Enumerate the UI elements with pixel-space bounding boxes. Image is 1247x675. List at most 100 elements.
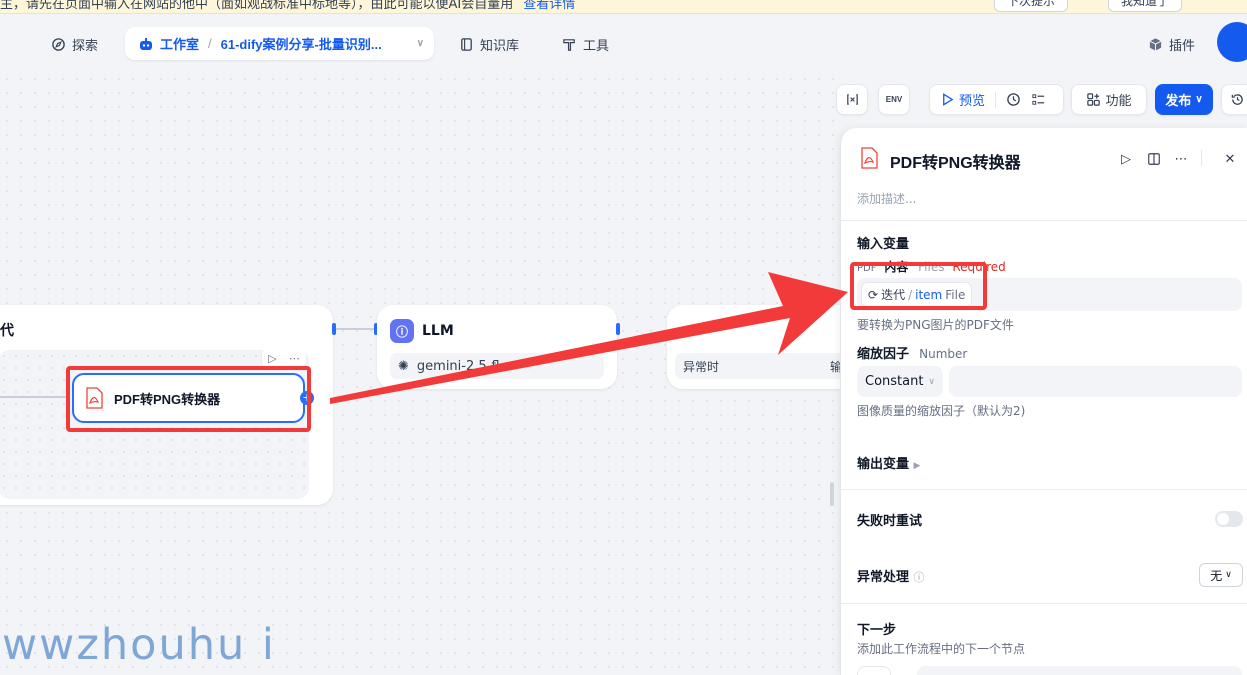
- pdf-icon: [857, 146, 881, 170]
- output-vars-label: 输出变量: [857, 457, 910, 472]
- annotation-highlight-node: [66, 366, 311, 432]
- banner-link[interactable]: 查看详情: [523, 0, 575, 12]
- scale-mode-select[interactable]: Constant ∨: [857, 366, 943, 397]
- grid-plus-icon: [1087, 93, 1101, 106]
- divider: [841, 489, 1247, 490]
- scale-var-label: 缩放因子 Number: [857, 343, 967, 362]
- nav-tools[interactable]: 工具: [562, 29, 609, 59]
- next-step-hint: 添加此工作流程中的下一个节点: [857, 642, 1026, 656]
- error-handling-value: 无: [1210, 568, 1223, 583]
- nav-plugins-label: 插件: [1169, 37, 1196, 53]
- breadcrumb-separator: /: [208, 36, 212, 51]
- nav-knowledge-label: 知识库: [480, 37, 520, 53]
- llm-title: LLM: [422, 323, 454, 339]
- banner-later-button[interactable]: 下次提示: [994, 0, 1069, 12]
- chevron-down-icon: ∨: [1195, 94, 1203, 105]
- help-circle-icon[interactable]: ⓘ: [914, 571, 925, 584]
- studio-label: 工作室: [160, 37, 200, 52]
- run-node-icon[interactable]: ▷: [268, 352, 276, 365]
- preview-group: 预览: [929, 84, 1064, 115]
- llm-node[interactable]: ⓘ LLM ✺ gemini-2.5-fl: [377, 305, 617, 389]
- llm-output-port[interactable]: [616, 323, 620, 335]
- notice-banner: 主，请先在页面中输入在网站的他中（面如观战标准中标地等），由此可能以便AI会自量…: [0, 0, 1247, 14]
- llm-model-selector[interactable]: ✺ gemini-2.5-fl: [390, 353, 604, 379]
- add-next-node-button[interactable]: [917, 666, 1242, 675]
- chevron-down-icon: ∨: [1225, 570, 1232, 580]
- watermark-text: wwzhouhu i: [2, 620, 276, 670]
- variable-icon: [846, 94, 858, 105]
- cube-icon: [1149, 37, 1162, 51]
- description-input[interactable]: 添加描述...: [857, 190, 916, 207]
- llm-brain-icon: ⓘ: [390, 319, 414, 343]
- input-vars-title: 输入变量: [857, 237, 910, 252]
- error-branch-label: 异常时: [683, 359, 720, 374]
- preview-button[interactable]: 预览: [940, 90, 985, 109]
- history-icon: [1231, 94, 1243, 105]
- node-actions: ▷ ⋯: [262, 348, 306, 368]
- banner-ok-button[interactable]: 我知道了: [1108, 0, 1183, 12]
- scale-label: 缩放因子: [857, 347, 910, 362]
- scale-type: Number: [919, 347, 968, 361]
- iteration-title: 代: [0, 323, 14, 339]
- output-vars-toggle[interactable]: 输出变量 ▶: [857, 453, 920, 472]
- divider: [841, 220, 1247, 221]
- env-button[interactable]: ENV: [878, 84, 910, 115]
- gemini-sparkle-icon: ✺: [398, 358, 409, 374]
- retry-label: 失败时重试: [857, 514, 923, 529]
- compass-icon: [52, 37, 65, 51]
- robot-icon: [140, 37, 152, 50]
- features-label: 功能: [1105, 93, 1132, 108]
- preview-label: 预览: [959, 93, 986, 108]
- annotation-highlight-variable: [850, 262, 987, 310]
- content-hint: 要转换为PNG图片的PDF文件: [857, 318, 1014, 332]
- scale-value-input[interactable]: [949, 366, 1242, 397]
- divider: [841, 603, 1247, 604]
- panel-title[interactable]: PDF转PNG转换器: [890, 149, 1021, 173]
- next-node-icon-slot: [857, 666, 891, 675]
- app-name-breadcrumb[interactable]: 61-dify案例分享-批量识别...: [221, 34, 382, 53]
- node-settings-panel: PDF转PNG转换器 ▷ ⋯ ✕ 添加描述... 输入变量 PDF 内容 Fil…: [840, 128, 1247, 675]
- nav-plugins[interactable]: 插件: [1148, 29, 1195, 59]
- book-icon: [461, 37, 472, 51]
- llm-header: ⓘ LLM: [390, 319, 454, 343]
- hammer-icon: [563, 38, 575, 51]
- banner-text: 主，请先在页面中输入在网站的他中（面如观战标准中标地等），由此可能以便AI会自量…: [0, 0, 575, 12]
- nav-explore[interactable]: 探索: [51, 29, 98, 59]
- llm-model-name: gemini-2.5-fl: [416, 358, 500, 374]
- publish-button[interactable]: 发布 ∨: [1155, 84, 1213, 115]
- error-branch-row: 异常时 输: [675, 353, 850, 379]
- play-icon: [943, 93, 954, 106]
- run-node-icon[interactable]: ▷: [1117, 150, 1135, 168]
- nav-tools-label: 工具: [583, 37, 610, 53]
- toolbar-divider: [995, 91, 997, 108]
- avatar[interactable]: [1217, 22, 1247, 62]
- checklist-icon[interactable]: [1031, 92, 1046, 107]
- top-nav: 探索 工作室 / 61-dify案例分享-批量识别... ∨ 知识库 工具 插件: [0, 14, 1247, 72]
- caret-right-icon: ▶: [913, 461, 921, 471]
- error-handling-label: 异常处理 ⓘ: [857, 566, 925, 585]
- features-button[interactable]: 功能: [1071, 84, 1147, 115]
- panel-header-divider: [1201, 150, 1202, 166]
- more-icon[interactable]: ⋯: [289, 352, 300, 365]
- error-handling-select[interactable]: 无 ∨: [1199, 563, 1243, 587]
- panel-layout-icon[interactable]: [1145, 150, 1163, 168]
- scale-mode-value: Constant: [865, 374, 924, 389]
- history-clock-icon[interactable]: [1006, 92, 1021, 107]
- env-label: ENV: [885, 95, 903, 104]
- close-icon[interactable]: ✕: [1221, 150, 1239, 168]
- nav-studio[interactable]: 工作室 / 61-dify案例分享-批量识别... ∨: [125, 27, 434, 60]
- checklist-button[interactable]: [836, 84, 868, 115]
- chevron-down-icon[interactable]: ∨: [417, 38, 424, 49]
- panel-resize-handle[interactable]: [830, 482, 834, 506]
- scale-hint: 图像质量的缩放因子（默认为2): [857, 404, 1026, 418]
- next-step-title: 下一步: [857, 623, 897, 638]
- nav-explore-label: 探索: [72, 37, 99, 53]
- retry-toggle[interactable]: [1215, 511, 1243, 527]
- chevron-down-icon: ∨: [928, 376, 935, 387]
- nav-knowledge[interactable]: 知识库: [459, 29, 519, 59]
- edge-start-pdf: [0, 396, 66, 398]
- version-history-button[interactable]: [1221, 84, 1247, 115]
- next-node-partial[interactable]: 异常时 输: [667, 305, 857, 389]
- more-icon[interactable]: ⋯: [1172, 150, 1190, 168]
- publish-label: 发布: [1165, 93, 1192, 108]
